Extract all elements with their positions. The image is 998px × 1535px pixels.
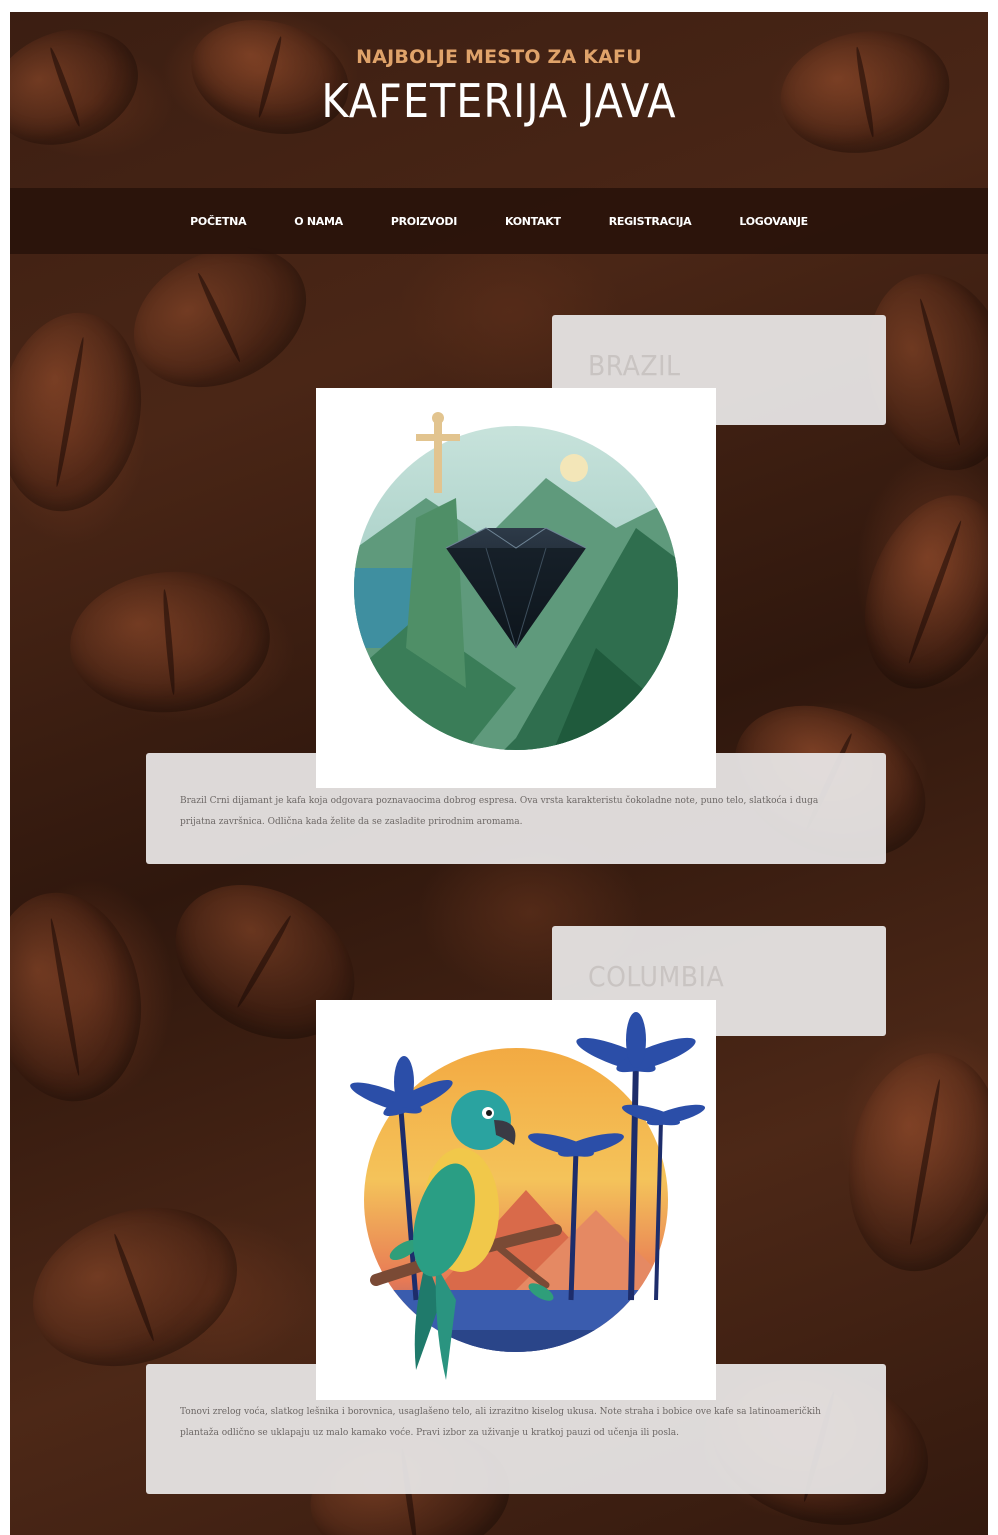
nav-item-proizvodi[interactable]: PROIZVODI	[367, 215, 481, 228]
product-image	[316, 388, 716, 788]
nav-item-o-nama[interactable]: O NAMA	[270, 215, 367, 228]
nav-item-logovanje[interactable]: LOGOVANJE	[715, 215, 831, 228]
site-title[interactable]: KAFETERIJA JAVA	[10, 74, 988, 128]
coffee-bean-decoration	[10, 1180, 260, 1394]
diamond-mountain-illustration-icon	[354, 412, 678, 750]
product-description: Brazil Crni dijamant je kafa koja odgova…	[180, 796, 819, 827]
product-image	[316, 1000, 716, 1400]
nav-item-pocetna[interactable]: POČETNA	[166, 215, 270, 228]
main-navigation: POČETNA O NAMA PROIZVODI KONTAKT REGISTR…	[10, 188, 988, 254]
coffee-bean-decoration	[839, 475, 988, 709]
site-tagline: NAJBOLJE MESTO ZA KAFU	[356, 46, 642, 68]
coffee-bean-decoration	[832, 1040, 988, 1284]
coffee-bean-decoration	[64, 563, 276, 721]
product-title: BRAZIL	[588, 349, 681, 382]
parrot-palm-illustration-icon	[350, 1012, 706, 1380]
coffee-bean-decoration	[10, 880, 158, 1114]
site-header: NAJBOLJE MESTO ZA KAFU KAFETERIJA JAVA	[10, 12, 988, 188]
product-description: Tonovi zrelog voća, slatkog lešnika i bo…	[180, 1407, 821, 1438]
page-background: NAJBOLJE MESTO ZA KAFU KAFETERIJA JAVA P…	[10, 12, 988, 1535]
nav-item-registracija[interactable]: REGISTRACIJA	[585, 215, 716, 228]
nav-item-kontakt[interactable]: KONTAKT	[481, 215, 585, 228]
product-title: COLUMBIA	[588, 960, 725, 993]
